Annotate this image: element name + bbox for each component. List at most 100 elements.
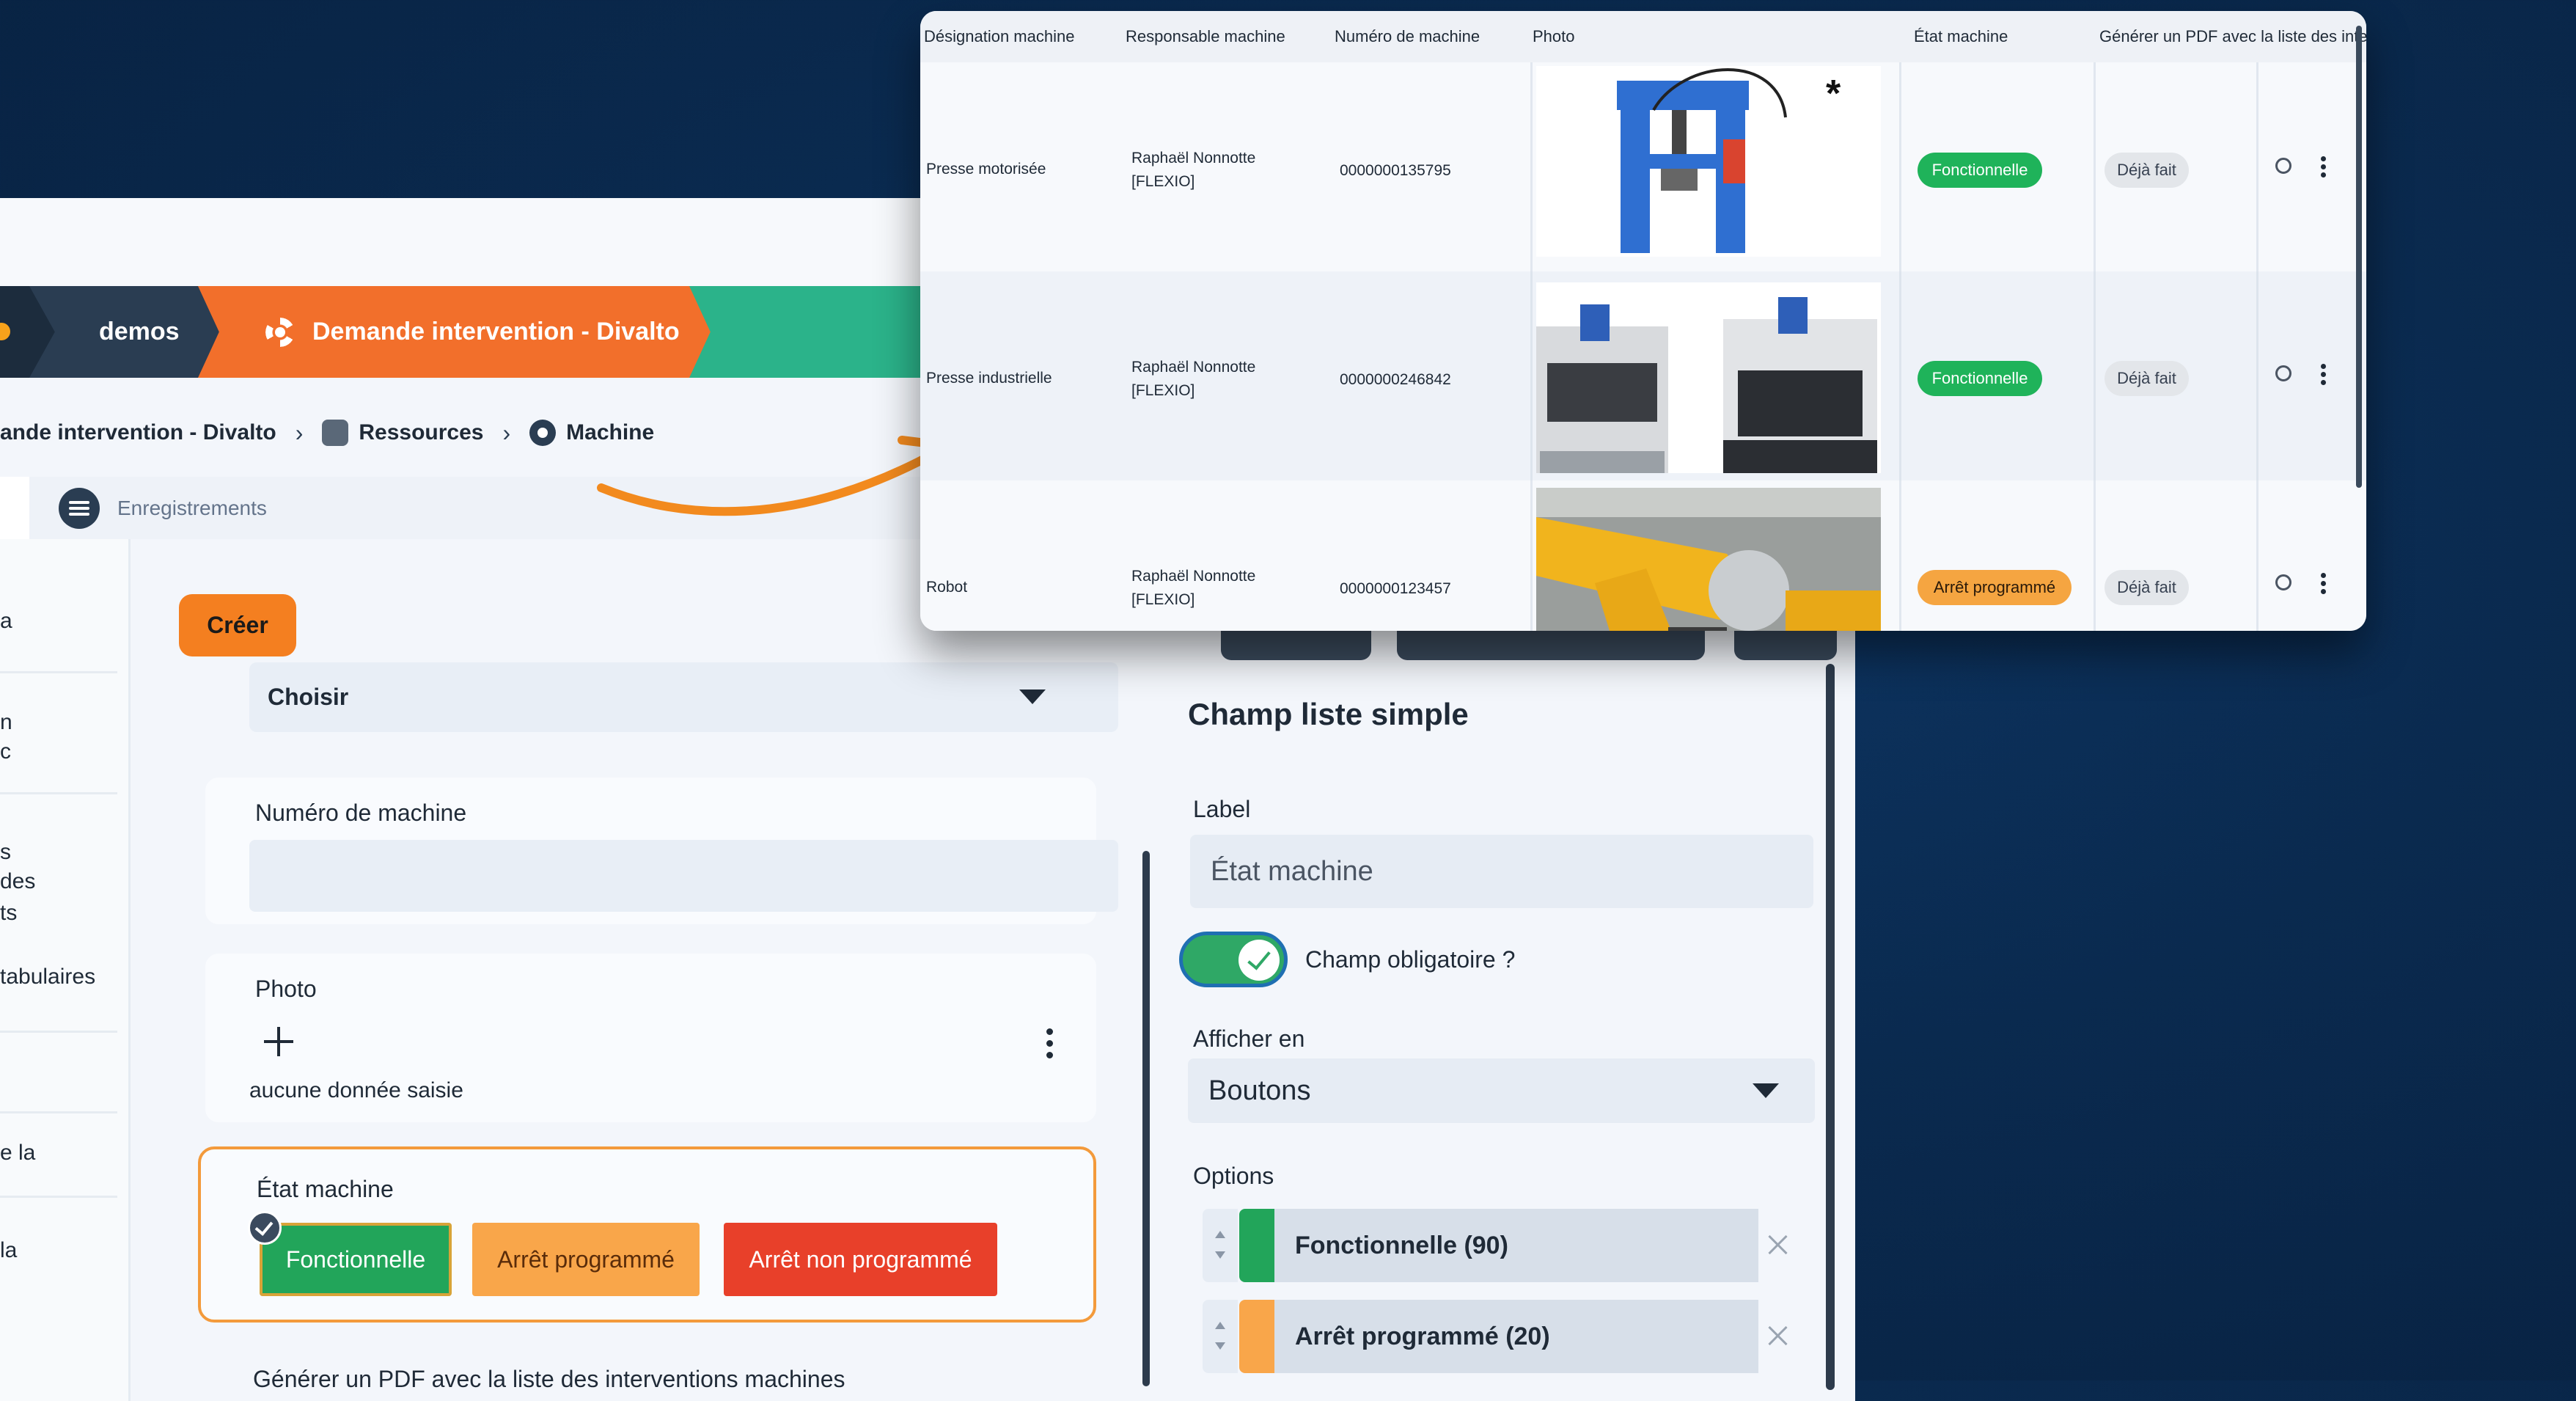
create-button[interactable]: Créer [179, 594, 296, 656]
label-input[interactable]: État machine [1190, 835, 1813, 908]
sidebar-item[interactable]: a [0, 605, 12, 637]
cell-numero: 0000000135795 [1340, 162, 1451, 179]
required-toggle[interactable] [1179, 932, 1288, 987]
machines-table: Désignation machine Responsable machine … [920, 11, 2366, 631]
pdf-status-badge: Déjà fait [2105, 361, 2189, 396]
copy-icon[interactable] [2275, 158, 2291, 174]
column-divider [1530, 480, 1533, 631]
column-divider [1899, 271, 1901, 484]
more-options-icon[interactable] [2321, 573, 2328, 599]
pipeline-step-demande[interactable]: Demande intervention - Divalto [198, 286, 726, 378]
sidebar-divider [0, 1196, 117, 1198]
option-color-swatch[interactable] [1239, 1209, 1274, 1282]
tab-active[interactable] [0, 477, 29, 539]
sidebar-divider [0, 1111, 117, 1113]
machine-photo[interactable] [1536, 282, 1881, 473]
display-select-value: Boutons [1208, 1075, 1311, 1106]
more-options-icon[interactable] [2321, 156, 2328, 183]
pipeline-step-next[interactable] [689, 286, 953, 378]
machine-number-input[interactable] [249, 840, 1118, 912]
column-divider [2094, 480, 2096, 631]
sidebar-item[interactable]: c [0, 736, 11, 768]
machine-photo[interactable] [1536, 488, 1881, 631]
panel-title: Champ liste simple [1188, 697, 1469, 731]
table-row[interactable]: Robot Raphaël Nonnotte [FLEXIO] 00000001… [920, 480, 2366, 631]
status-badge: Fonctionnelle [1918, 153, 2042, 188]
pipeline-step-demos-label: demos [99, 318, 180, 345]
pdf-field-label: Générer un PDF avec la liste des interve… [253, 1366, 845, 1392]
sidebar-item[interactable]: e la [0, 1137, 35, 1169]
column-header[interactable]: Générer un PDF avec la liste des inte [2099, 11, 2366, 62]
column-header[interactable]: État machine [1914, 11, 2008, 62]
pipeline-bar: demos Demande intervention - Divalto [0, 286, 953, 378]
chevron-down-icon [1019, 689, 1046, 704]
tab-enregistrements[interactable]: Enregistrements [59, 477, 267, 539]
gear-icon [529, 420, 557, 446]
pdf-status-badge: Déjà fait [2105, 570, 2189, 605]
option-color-swatch[interactable] [1239, 1300, 1274, 1373]
option-label[interactable]: Arrêt programmé (20) [1274, 1300, 1758, 1373]
drag-handle-icon[interactable] [1203, 1209, 1238, 1282]
cell-responsable: Raphaël Nonnotte [1131, 359, 1256, 376]
cell-responsable: Raphaël Nonnotte [1131, 568, 1256, 585]
column-header[interactable]: Désignation machine [924, 11, 1074, 62]
table-scrollbar[interactable] [2356, 26, 2362, 488]
display-caption: Afficher en [1193, 1025, 1305, 1052]
table-row[interactable]: Presse motorisée Raphaël Nonnotte [FLEXI… [920, 62, 2366, 275]
status-badge: Fonctionnelle [1918, 361, 2042, 396]
scrollbar[interactable] [1142, 851, 1150, 1386]
sidebar-divider [0, 671, 117, 673]
tab-enregistrements-label: Enregistrements [117, 496, 267, 519]
sidebar-item[interactable]: des [0, 866, 35, 898]
check-icon [1239, 940, 1280, 981]
pdf-status-badge: Déjà fait [2105, 153, 2189, 188]
column-divider [1530, 271, 1533, 484]
cell-numero: 0000000246842 [1340, 371, 1451, 388]
breadcrumb-item-demande[interactable]: ande intervention - Divalto [0, 420, 276, 445]
sidebar-item[interactable]: la [0, 1234, 17, 1267]
column-header[interactable]: Responsable machine [1126, 11, 1285, 62]
cell-designation: Presse motorisée [926, 161, 1046, 178]
column-header[interactable]: Photo [1533, 11, 1575, 62]
column-divider [2256, 271, 2258, 484]
pipeline-step-demande-label: Demande intervention - Divalto [312, 318, 680, 345]
table-row[interactable]: Presse industrielle Raphaël Nonnotte [FL… [920, 271, 2366, 484]
panel-scrollbar[interactable] [1826, 664, 1835, 1390]
column-header[interactable]: Numéro de machine [1335, 11, 1480, 62]
more-options-icon[interactable] [2321, 364, 2328, 390]
drag-handle-icon[interactable] [1203, 1300, 1238, 1373]
cell-designation: Presse industrielle [926, 370, 1052, 387]
more-options-icon[interactable] [1046, 1028, 1054, 1064]
photo-label: Photo [255, 976, 317, 1002]
status-badge: Arrêt programmé [1918, 570, 2072, 605]
svg-text:*: * [1826, 73, 1841, 115]
chevron-right-icon: › [295, 419, 304, 446]
required-toggle-label: Champ obligatoire ? [1305, 946, 1516, 973]
options-caption: Options [1193, 1163, 1274, 1189]
close-icon[interactable] [1764, 1320, 1793, 1350]
cell-responsable-org: [FLEXIO] [1131, 591, 1195, 608]
option-row: Fonctionnelle (90) [1203, 1209, 1798, 1282]
sidebar-item[interactable]: tabulaires [0, 961, 95, 993]
sidebar-divider [0, 792, 117, 794]
breadcrumb-item-ressources[interactable]: Ressources [359, 420, 483, 445]
list-icon [59, 487, 100, 529]
sidebar-item[interactable]: s [0, 836, 11, 868]
sidebar: a n c s des ts tabulaires e la la [0, 539, 131, 1401]
add-photo-icon[interactable] [264, 1027, 293, 1056]
chevron-right-icon: › [502, 419, 511, 446]
cell-numero: 0000000123457 [1340, 580, 1451, 597]
etat-button-fonctionnelle[interactable]: Fonctionnelle [260, 1223, 452, 1296]
choose-select[interactable]: Choisir [249, 662, 1118, 732]
etat-button-arret-non-programme[interactable]: Arrêt non programmé [724, 1223, 997, 1296]
etat-button-arret-programme[interactable]: Arrêt programmé [472, 1223, 700, 1296]
close-icon[interactable] [1764, 1229, 1793, 1259]
option-label[interactable]: Fonctionnelle (90) [1274, 1209, 1758, 1282]
column-divider [1899, 480, 1901, 631]
machine-photo[interactable]: * [1536, 66, 1881, 257]
copy-icon[interactable] [2275, 365, 2291, 381]
sidebar-item[interactable]: n [0, 706, 12, 739]
display-select[interactable]: Boutons [1188, 1058, 1815, 1123]
sidebar-item[interactable]: ts [0, 897, 17, 929]
copy-icon[interactable] [2275, 574, 2291, 590]
